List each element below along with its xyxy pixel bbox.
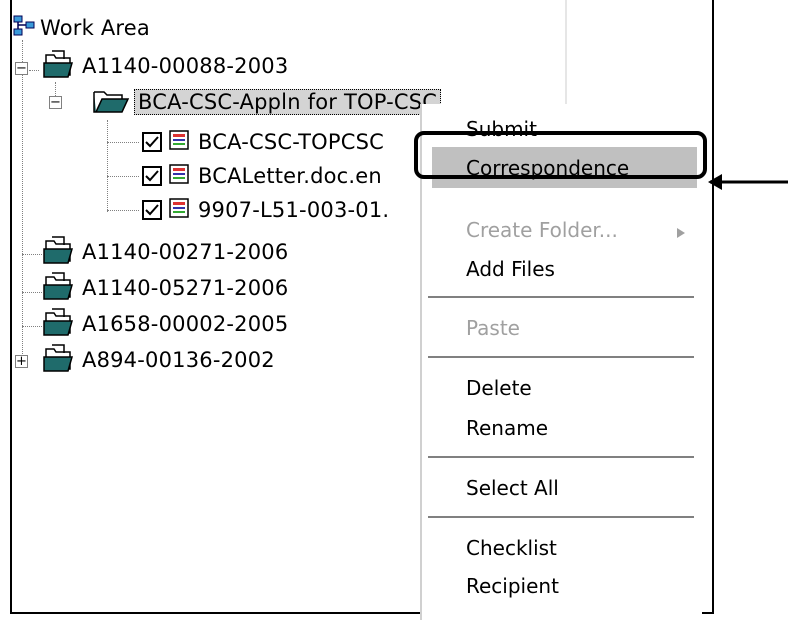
- tree-file-label: 9907-L51-003-01.: [198, 198, 390, 222]
- menu-item-add-files[interactable]: Add Files: [466, 257, 555, 281]
- tree-root-label: Work Area: [40, 16, 150, 40]
- menu-item-rename[interactable]: Rename: [466, 416, 548, 440]
- tree-file-item[interactable]: BCA-CSC-TOPCSC: [142, 126, 384, 158]
- network-tree-icon: [12, 14, 36, 42]
- tree-subfolder-label: BCA-CSC-Appln for TOP-CSC: [134, 89, 442, 115]
- tree-line: [22, 326, 42, 327]
- tree-case-item[interactable]: A1140-05271-2006: [42, 272, 288, 304]
- tree-line: [107, 176, 139, 177]
- tree-root[interactable]: Work Area: [12, 12, 150, 44]
- menu-item-delete[interactable]: Delete: [466, 376, 532, 400]
- tree-case-label: A894-00136-2002: [82, 348, 275, 372]
- tree-case-label: A1658-00002-2005: [82, 312, 289, 336]
- tree-case-item[interactable]: A1140-00088-2003: [42, 50, 288, 82]
- menu-separator: [428, 356, 694, 359]
- menu-item-select-all[interactable]: Select All: [466, 476, 559, 500]
- menu-item-checklist[interactable]: Checklist: [466, 536, 557, 560]
- tree-file-item[interactable]: 9907-L51-003-01.: [142, 194, 389, 226]
- menu-item-paste[interactable]: Paste: [466, 316, 520, 340]
- collapse-toggle[interactable]: −: [49, 96, 62, 109]
- collapse-toggle[interactable]: −: [15, 62, 28, 75]
- tree-subfolder-item[interactable]: BCA-CSC-Appln for TOP-CSC: [92, 86, 442, 118]
- document-icon: [168, 129, 190, 155]
- arrow-left-icon: [706, 170, 790, 198]
- case-folder-icon: [42, 343, 76, 377]
- menu-separator: [428, 296, 694, 299]
- tree-case-item[interactable]: A894-00136-2002: [42, 344, 275, 376]
- callout-box: [414, 131, 707, 179]
- case-folder-icon: [42, 235, 76, 269]
- tree-case-item[interactable]: A1658-00002-2005: [42, 308, 288, 340]
- menu-item-recipient[interactable]: Recipient: [466, 574, 559, 598]
- tree-line: [22, 292, 42, 293]
- open-folder-icon: [92, 86, 132, 118]
- tree-line: [22, 40, 23, 360]
- tree-file-label: BCALetter.doc.en: [198, 164, 382, 188]
- triangle-right-icon: [676, 224, 686, 243]
- checkbox[interactable]: [142, 200, 162, 220]
- document-icon: [168, 163, 190, 189]
- case-folder-icon: [42, 49, 76, 83]
- menu-item-create-folder[interactable]: Create Folder...: [466, 218, 618, 242]
- case-folder-icon: [42, 307, 76, 341]
- tree-line: [107, 120, 108, 212]
- menu-separator: [428, 456, 694, 459]
- tree-line: [107, 210, 139, 211]
- tree-case-label: A1140-05271-2006: [82, 276, 289, 300]
- tree-line: [107, 142, 139, 143]
- tree-line: [22, 254, 42, 255]
- tree-case-label: A1140-00271-2006: [82, 240, 289, 264]
- tree-case-item[interactable]: A1140-00271-2006: [42, 236, 288, 268]
- checkbox[interactable]: [142, 132, 162, 152]
- tree-case-label: A1140-00088-2003: [82, 54, 289, 78]
- menu-separator: [428, 516, 694, 519]
- tree-file-label: BCA-CSC-TOPCSC: [198, 130, 384, 154]
- document-icon: [168, 197, 190, 223]
- case-folder-icon: [42, 271, 76, 305]
- tree-line: [29, 70, 39, 71]
- expand-toggle[interactable]: +: [15, 355, 28, 368]
- tree-file-item[interactable]: BCALetter.doc.en: [142, 160, 382, 192]
- checkbox[interactable]: [142, 166, 162, 186]
